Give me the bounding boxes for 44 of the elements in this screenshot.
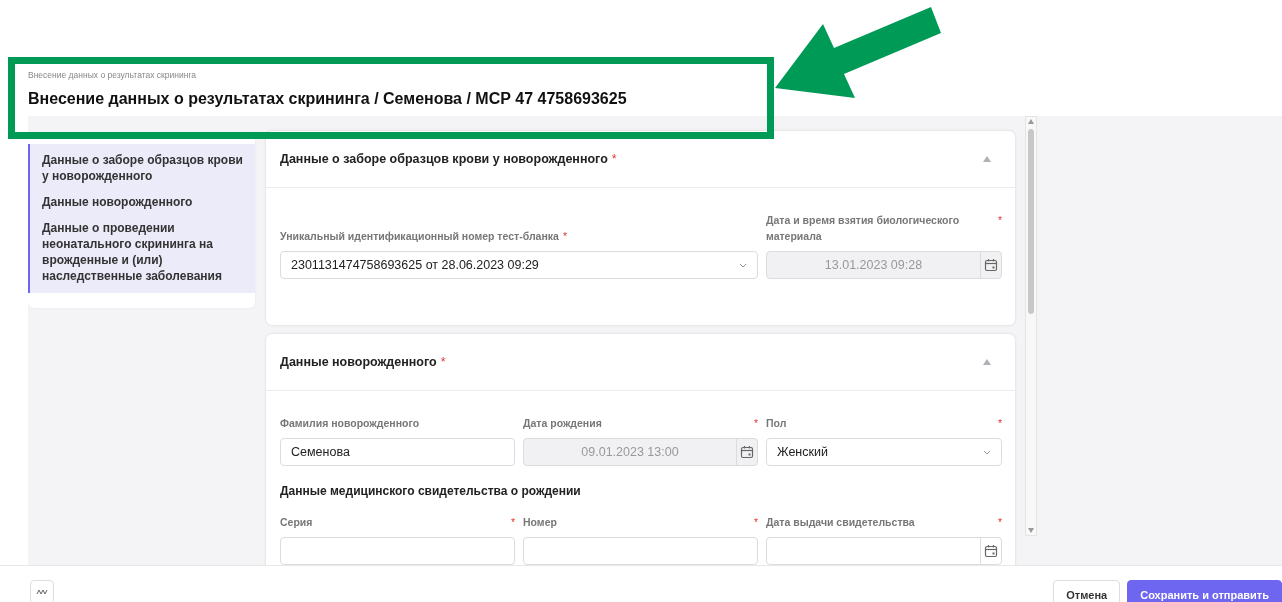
sidebar-item[interactable]: Данные о проведении неонатального скрининга на врожденные и (или) наследственные заболевания	[30, 215, 255, 289]
required-mark: *	[997, 213, 1002, 228]
required-mark: *	[611, 152, 617, 166]
section-title: Данные о заборе образцов крови у новорожденного	[280, 152, 608, 166]
field-label: Фамилия новорожденного	[280, 416, 420, 431]
cancel-button[interactable]: Отмена	[1053, 580, 1121, 602]
scrollbar[interactable]	[1025, 116, 1037, 536]
required-mark: *	[440, 355, 446, 369]
field-label: Дата и время взятия биологического материала	[766, 213, 961, 244]
caret-icon[interactable]	[983, 359, 991, 365]
page-title: Внесение данных о результатах скрининга / Семенова / МСР 47 4758693625	[28, 90, 628, 108]
date-field: 13.01.2023 09:28	[766, 251, 981, 279]
submit-button[interactable]: Сохранить и отправить	[1127, 580, 1282, 602]
calendar-icon[interactable]	[984, 544, 998, 558]
field-label: Дата выдачи свидетельства	[766, 515, 915, 530]
text-field[interactable]	[280, 537, 515, 565]
date-field[interactable]	[766, 537, 981, 565]
section-title: Данные новорожденного	[280, 355, 437, 369]
required-mark: *	[510, 515, 515, 530]
sidebar-item[interactable]: Данные новорожденного	[30, 189, 255, 215]
field-label: Пол	[766, 416, 787, 431]
sidebar-item[interactable]: Данные о заборе образцов крови у новорожденного	[30, 147, 255, 189]
icon-button[interactable]	[30, 580, 54, 602]
arrow-icon	[775, 7, 941, 98]
chevron-down-icon	[739, 262, 747, 268]
breadcrumb: Внесение данных о результатах скрининга	[28, 70, 198, 80]
field-label: Серия	[280, 515, 313, 530]
text-field[interactable]	[523, 537, 758, 565]
text-field[interactable]: Семенова	[280, 438, 515, 466]
chevron-down-icon	[983, 449, 991, 455]
field-label: Дата рождения	[523, 416, 602, 431]
field-label: Уникальный идентификационный номер тест-бланка	[280, 229, 559, 244]
required-mark: *	[997, 515, 1002, 530]
required-mark: *	[753, 416, 758, 431]
required-mark: *	[997, 416, 1002, 431]
select-field[interactable]: Женский	[766, 438, 1002, 466]
caret-icon[interactable]	[983, 156, 991, 162]
date-field: 09.01.2023 13:00	[523, 438, 737, 466]
squiggle-icon	[36, 588, 48, 596]
required-mark: *	[753, 515, 758, 530]
select-field[interactable]: 2301131474758693625 от 28.06.2023 09:29	[280, 251, 758, 279]
subsection-title: Данные медицинского свидетельства о рождении	[280, 484, 582, 498]
field-label: Номер	[523, 515, 557, 530]
required-mark: *	[562, 229, 567, 244]
